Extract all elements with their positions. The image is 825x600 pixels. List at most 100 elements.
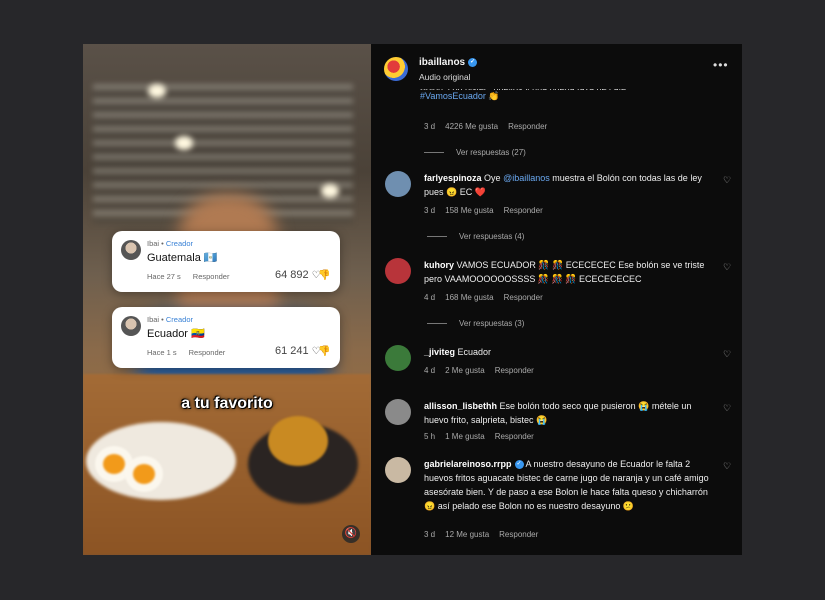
comment-likes[interactable]: 4226 Me gusta	[445, 122, 498, 131]
heart-icon[interactable]: ♡	[723, 461, 731, 472]
comment-time: Hace 27 s	[147, 272, 181, 281]
reply-link[interactable]: Responder	[504, 293, 543, 302]
overlay-comment-card: Ibai • Creador Guatemala 🇬🇹 Hace 27 s Res…	[112, 231, 340, 292]
comment-text: Ecuador 🇪🇨	[147, 327, 205, 340]
avatar[interactable]	[385, 171, 411, 197]
verified-icon: ✓	[468, 57, 478, 67]
ceiling-lamp	[175, 136, 193, 150]
clap-icon: 👏	[488, 91, 500, 101]
comment-meta: 3 d 158 Me gusta Responder	[424, 206, 553, 215]
comment-body: Ecuador	[457, 347, 492, 357]
comment-username[interactable]: farlyespinoza	[424, 173, 482, 183]
reply-link[interactable]: Responder	[499, 530, 538, 539]
avatar[interactable]	[385, 345, 411, 371]
comment-text: _jiviteg Ecuador	[424, 345, 714, 359]
view-replies-label[interactable]: Ver respuestas (4)	[459, 232, 524, 241]
comment-time: 3 d	[424, 206, 436, 215]
heart-icon[interactable]: ♡	[723, 403, 731, 414]
view-replies[interactable]: Ver respuestas (3)	[427, 319, 524, 328]
heart-icon[interactable]: ♡	[723, 262, 731, 273]
view-replies[interactable]: Ver respuestas (27)	[424, 148, 526, 157]
ceiling-lamp	[148, 84, 166, 98]
comment-likes[interactable]: 158 Me gusta	[445, 206, 493, 215]
avatar[interactable]	[385, 258, 411, 284]
comment-likes[interactable]: 168 Me gusta	[445, 293, 493, 302]
reply-link[interactable]: Responder	[495, 366, 534, 375]
view-replies[interactable]: Ver respuestas (4)	[427, 232, 524, 241]
comment-username[interactable]: kuhory	[424, 260, 454, 270]
username[interactable]: ibaillanos	[419, 57, 465, 68]
comment-text: kuhory VAMOS ECUADOR 🎊 🎊 ECECECEC Ese bo…	[424, 258, 714, 286]
comment-username[interactable]: _jiviteg	[424, 347, 455, 357]
comment-likes[interactable]: 12 Me gusta	[445, 530, 489, 539]
comment-meta: 4 d 168 Me gusta Responder	[424, 293, 553, 302]
comment-author: Ibai • Creador	[147, 239, 193, 248]
bolon-food	[268, 416, 328, 466]
comment-prefix: Oye	[484, 173, 504, 183]
comment-body: VAMOS ECUADOR 🎊 🎊 ECECECEC Ese bolón se …	[424, 260, 705, 284]
comment-meta: 3 d 12 Me gusta Responder	[424, 530, 548, 539]
reply-link[interactable]: Responder	[495, 432, 534, 441]
creator-badge: Creador	[165, 315, 193, 324]
comment-time: 3 d	[424, 122, 436, 131]
dislike-icon[interactable]: 👎	[318, 270, 330, 281]
verified-icon: ✓	[514, 460, 524, 470]
flag-icon: 🇬🇹	[203, 252, 218, 264]
author-name: Ibai	[147, 239, 160, 248]
video-player[interactable]: Ibai • Creador Guatemala 🇬🇹 Hace 27 s Res…	[83, 44, 371, 555]
more-options-icon[interactable]: •••	[713, 58, 729, 72]
comment-meta: 4 d 2 Me gusta Responder	[424, 366, 544, 375]
comment-meta: 3 d 4226 Me gusta Responder	[424, 122, 557, 131]
comments-panel: ibaillanos✓ Audio original ••• Bolón, co…	[371, 44, 742, 555]
comment-body: Ecuador	[147, 328, 188, 340]
reply-link[interactable]: Responder	[193, 272, 230, 281]
comment-username[interactable]: gabrielareinoso.rrpp	[424, 459, 512, 469]
audio-label[interactable]: Audio original	[419, 72, 471, 82]
heart-icon[interactable]: ♡	[723, 175, 731, 186]
reply-link[interactable]: Responder	[508, 122, 547, 131]
comment-meta: Hace 27 s Responder	[147, 272, 229, 281]
comment-author: Ibai • Creador	[147, 315, 193, 324]
reply-link[interactable]: Responder	[504, 206, 543, 215]
like-count-value: 64 892	[275, 269, 309, 281]
divider-line	[427, 236, 447, 238]
comment-likes[interactable]: 1 Me gusta	[445, 432, 485, 441]
comment-meta: 5 h 1 Me gusta Responder	[424, 432, 544, 441]
overlay-comment-card: Ibai • Creador Ecuador 🇪🇨 Hace 1 s Respon…	[112, 307, 340, 368]
heart-icon[interactable]: ♡	[723, 349, 731, 360]
comment-likes[interactable]: 2 Me gusta	[445, 366, 485, 375]
comment-time: Hace 1 s	[147, 348, 177, 357]
comment-text: Guatemala 🇬🇹	[147, 251, 218, 264]
comment-time: 5 h	[424, 432, 436, 441]
comment-text: gabrielareinoso.rrpp ✓ A nuestro desayuno…	[424, 457, 714, 513]
avatar[interactable]	[385, 457, 411, 483]
avatar[interactable]	[384, 57, 408, 81]
mention-link[interactable]: @ibaillanos	[503, 173, 550, 183]
creator-badge: Creador	[165, 239, 193, 248]
fried-egg	[133, 464, 155, 484]
dislike-icon[interactable]: 👎	[318, 346, 330, 357]
post-author[interactable]: ibaillanos ✓	[419, 57, 478, 68]
divider-line	[424, 152, 444, 154]
hashtag-link[interactable]: #VamosEcuador	[420, 91, 486, 101]
view-replies-label[interactable]: Ver respuestas (27)	[456, 148, 526, 157]
fried-egg	[103, 454, 125, 474]
comment-text: allisson_lisbethh Ese bolón todo seco qu…	[424, 399, 714, 427]
comment-time: 4 d	[424, 366, 436, 375]
video-caption: a tu favorito	[181, 395, 273, 412]
post-header: ibaillanos ✓ Audio original •••	[371, 44, 742, 89]
author-name: Ibai	[147, 315, 160, 324]
reply-link[interactable]: Responder	[189, 348, 226, 357]
like-count: 61 241 ♡	[275, 345, 321, 357]
flag-icon: 🇪🇨	[191, 328, 205, 340]
avatar	[121, 316, 141, 336]
ceiling-lamp	[321, 184, 339, 198]
like-count: 64 892 ♡	[275, 269, 321, 281]
avatar	[121, 240, 141, 260]
mute-icon[interactable]: 🔇	[342, 525, 360, 543]
comment-body: Guatemala	[147, 252, 201, 264]
comment-username[interactable]: allisson_lisbethh	[424, 401, 497, 411]
avatar[interactable]	[385, 399, 411, 425]
view-replies-label[interactable]: Ver respuestas (3)	[459, 319, 524, 328]
post-modal: Ibai • Creador Guatemala 🇬🇹 Hace 27 s Res…	[83, 44, 742, 555]
